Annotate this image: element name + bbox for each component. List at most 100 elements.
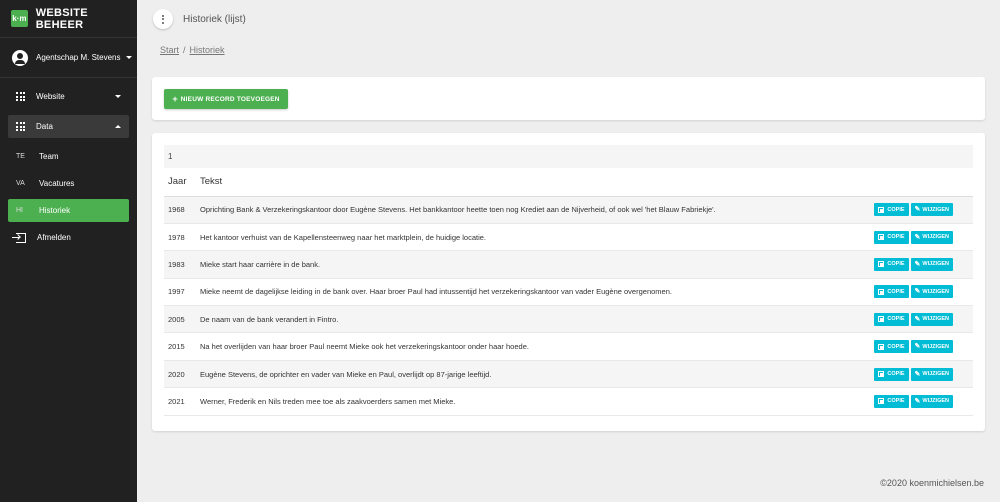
- cell-year: 1983: [164, 250, 196, 279]
- cell-year: 1978: [164, 223, 196, 252]
- copy-label: COPIE: [887, 398, 905, 405]
- copy-icon: [878, 206, 885, 213]
- sidebar-item-team[interactable]: TE Team: [8, 145, 129, 168]
- cell-text: Mieke neemt de dagelijkse leiding in de …: [196, 278, 843, 307]
- copy-icon: [878, 261, 885, 268]
- sidebar-item-label: Team: [39, 152, 59, 161]
- table-row: 1968 Oprichting Bank & Verzekeringskantoo…: [164, 196, 973, 224]
- add-record-button[interactable]: + NIEUW RECORD TOEVOEGEN: [164, 89, 288, 109]
- breadcrumb: Start / Historiek: [160, 45, 225, 55]
- copy-button[interactable]: COPIE: [874, 367, 909, 381]
- copy-label: COPIE: [887, 343, 905, 350]
- column-header-actions: [843, 168, 973, 197]
- edit-button[interactable]: ✎ WIJZIGEN: [910, 257, 953, 271]
- copy-button[interactable]: COPIE: [874, 340, 909, 354]
- brand[interactable]: k·m WEBSITE BEHEER: [0, 0, 137, 38]
- cell-actions: COPIE ✎ WIJZIGEN: [843, 387, 973, 416]
- copy-button[interactable]: COPIE: [874, 203, 909, 217]
- breadcrumb-current-link[interactable]: Historiek: [190, 45, 225, 55]
- edit-label: WIJZIGEN: [922, 371, 949, 378]
- copy-icon: [878, 343, 885, 350]
- cell-text: Mieke start haar carrière in de bank.: [196, 250, 843, 279]
- copy-label: COPIE: [887, 206, 905, 213]
- copy-label: COPIE: [887, 371, 905, 378]
- edit-button[interactable]: ✎ WIJZIGEN: [910, 285, 953, 299]
- pencil-icon: ✎: [914, 206, 921, 214]
- cell-year: 1968: [164, 196, 196, 224]
- edit-button[interactable]: ✎ WIJZIGEN: [910, 340, 953, 354]
- sidebar-item-label: Afmelden: [37, 233, 71, 242]
- footer-copyright: ©2020 koenmichielsen.be: [880, 478, 984, 488]
- sidebar-item-vacatures[interactable]: VA Vacatures: [8, 172, 129, 195]
- cell-actions: COPIE ✎ WIJZIGEN: [843, 360, 973, 389]
- brand-title: WEBSITE BEHEER: [35, 6, 88, 31]
- pencil-icon: ✎: [914, 288, 921, 296]
- cell-text: Werner, Frederik en Nils treden mee toe …: [196, 387, 843, 416]
- table-header-row: Jaar Tekst: [164, 168, 973, 197]
- cell-year: 2005: [164, 305, 196, 334]
- column-header-year[interactable]: Jaar: [164, 168, 196, 197]
- pencil-icon: ✎: [914, 397, 921, 405]
- table-row: 1978 Het kantoor verhuist van de Kapellen…: [164, 223, 973, 252]
- pencil-icon: ✎: [914, 260, 921, 268]
- cell-text: Eugène Stevens, de oprichter en vader va…: [196, 360, 843, 389]
- user-name: Agentschap M. Stevens: [36, 53, 121, 62]
- sidebar-item-label: Vacatures: [39, 179, 75, 188]
- sidebar: k·m WEBSITE BEHEER Agentschap M. Stevens…: [0, 0, 137, 502]
- copy-button[interactable]: COPIE: [874, 257, 909, 271]
- copy-button[interactable]: COPIE: [874, 285, 909, 299]
- more-vert-icon[interactable]: [153, 9, 173, 29]
- cell-year: 2015: [164, 332, 196, 361]
- breadcrumb-home-link[interactable]: Start: [160, 45, 179, 55]
- sidebar-item-abbr: VA: [16, 180, 25, 187]
- cell-year: 2021: [164, 387, 196, 416]
- sidebar-item-label: Historiek: [39, 206, 71, 215]
- pencil-icon: ✎: [914, 343, 921, 351]
- cell-text: Na het overlijden van haar broer Paul ne…: [196, 332, 843, 361]
- cell-actions: COPIE ✎ WIJZIGEN: [843, 305, 973, 334]
- copy-button[interactable]: COPIE: [874, 394, 909, 408]
- table-row: 2005 De naam van de bank verandert in Fin…: [164, 305, 973, 334]
- edit-button[interactable]: ✎ WIJZIGEN: [910, 394, 953, 408]
- copy-icon: [878, 371, 885, 378]
- copy-icon: [878, 316, 885, 323]
- history-table: Jaar Tekst 1968 Oprichting Bank & Verzeke…: [164, 168, 973, 416]
- table-row: 2021 Werner, Frederik en Nils treden mee …: [164, 387, 973, 416]
- edit-label: WIJZIGEN: [922, 316, 949, 323]
- page-title: Historiek (lijst): [183, 13, 246, 25]
- chevron-down-icon: [125, 56, 132, 59]
- copy-label: COPIE: [887, 234, 905, 241]
- edit-button[interactable]: ✎ WIJZIGEN: [910, 230, 953, 244]
- sidebar-group-website[interactable]: Website: [8, 85, 129, 108]
- copy-button[interactable]: COPIE: [874, 312, 909, 326]
- sidebar-item-historiek[interactable]: HI Historiek: [8, 199, 129, 222]
- table-row: 1997 Mieke neemt de dagelijkse leiding in…: [164, 278, 973, 307]
- edit-button[interactable]: ✎ WIJZIGEN: [910, 312, 953, 326]
- table-row: 2015 Na het overlijden van haar broer Pau…: [164, 332, 973, 361]
- copy-button[interactable]: COPIE: [874, 230, 909, 244]
- actions-card: + NIEUW RECORD TOEVOEGEN: [152, 77, 985, 120]
- column-header-text[interactable]: Tekst: [196, 168, 843, 197]
- edit-label: WIJZIGEN: [922, 343, 949, 350]
- chevron-down-icon: [115, 95, 121, 98]
- breadcrumb-separator: /: [183, 45, 186, 55]
- user-menu[interactable]: Agentschap M. Stevens: [0, 38, 137, 78]
- cell-actions: COPIE ✎ WIJZIGEN: [843, 332, 973, 361]
- cell-year: 2020: [164, 360, 196, 389]
- account-circle-icon: [12, 49, 28, 66]
- pencil-icon: ✎: [914, 370, 921, 378]
- copy-icon: [878, 234, 885, 241]
- cell-text: De naam van de bank verandert in Fintro.: [196, 305, 843, 334]
- topbar: Historiek (lijst): [137, 0, 1000, 38]
- edit-button[interactable]: ✎ WIJZIGEN: [910, 203, 953, 217]
- edit-button[interactable]: ✎ WIJZIGEN: [910, 367, 953, 381]
- sidebar-group-data[interactable]: Data: [8, 115, 129, 138]
- copy-label: COPIE: [887, 261, 905, 268]
- edit-label: WIJZIGEN: [922, 261, 949, 268]
- sidebar-item-afmelden[interactable]: Afmelden: [8, 226, 129, 249]
- brand-logo: k·m: [11, 10, 28, 27]
- cell-actions: COPIE ✎ WIJZIGEN: [843, 278, 973, 307]
- page-number[interactable]: 1: [168, 152, 172, 161]
- copy-label: COPIE: [887, 288, 905, 295]
- pencil-icon: ✎: [914, 233, 921, 241]
